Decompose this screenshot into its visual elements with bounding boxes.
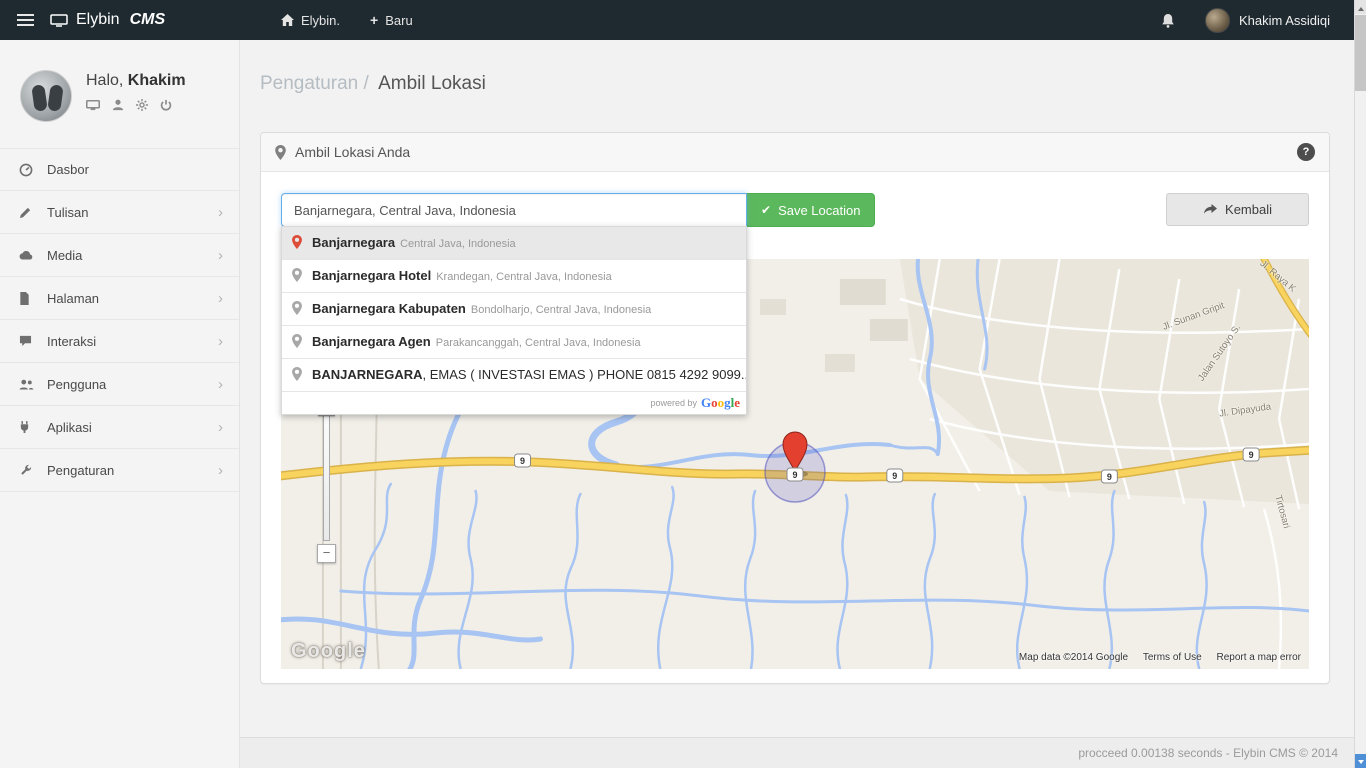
wrench-icon (19, 464, 36, 477)
autocomplete-item[interactable]: BANJARNEGARA, EMAS ( INVESTASI EMAS ) PH… (282, 358, 746, 391)
nav-site-link[interactable]: Elybin. (266, 0, 355, 40)
gear-icon[interactable] (136, 99, 148, 111)
sidebar-menu: Dasbor Tulisan › Media › Halaman › Inter… (0, 148, 239, 492)
map-marker-icon (275, 145, 286, 160)
sidebar-item-tulisan[interactable]: Tulisan › (0, 191, 239, 234)
svg-text:9: 9 (1107, 472, 1112, 482)
scrollbar-thumb[interactable] (1355, 15, 1366, 91)
main-content: Pengaturan / Ambil Lokasi Ambil Lokasi A… (240, 0, 1366, 684)
sidebar-item-halaman[interactable]: Halaman › (0, 277, 239, 320)
file-icon (19, 292, 36, 305)
chevron-right-icon: › (218, 420, 223, 435)
location-input[interactable] (281, 193, 747, 227)
navbar-brand-area: Elybin CMS (0, 0, 240, 40)
map-pin-icon (292, 301, 302, 315)
autocomplete-item[interactable]: Banjarnegara HotelKrandegan, Central Jav… (282, 259, 746, 292)
location-form: BanjarnegaraCentral Java, Indonesia Banj… (281, 193, 1309, 227)
chevron-right-icon: › (218, 248, 223, 263)
navbar-links: Elybin. + Baru (240, 0, 428, 40)
power-icon[interactable] (160, 99, 172, 111)
profile-avatar[interactable] (20, 70, 72, 122)
panel-heading: Ambil Lokasi Anda ? (261, 133, 1329, 172)
brand-suffix: CMS (130, 11, 166, 29)
chevron-right-icon: › (218, 291, 223, 306)
brand-name: Elybin (76, 11, 120, 29)
map-pin-icon (292, 367, 302, 381)
forward-arrow-icon (1203, 204, 1217, 215)
sidebar-toggle-button[interactable] (0, 0, 50, 40)
google-map-logo[interactable]: Google (291, 640, 366, 663)
svg-text:9: 9 (793, 470, 798, 480)
sidebar-item-pengguna[interactable]: Pengguna › (0, 363, 239, 406)
menu-icon (17, 14, 34, 16)
panel-body: BanjarnegaraCentral Java, Indonesia Banj… (261, 172, 1329, 683)
users-icon (19, 379, 36, 390)
help-button[interactable]: ? (1297, 143, 1315, 161)
location-panel: Ambil Lokasi Anda ? BanjarnegaraCentral … (260, 132, 1330, 684)
top-navbar: Elybin CMS Elybin. + Baru Khakim Assidiqi (0, 0, 1366, 40)
vertical-scrollbar[interactable] (1354, 0, 1366, 768)
navbar-user-name: Khakim Assidiqi (1239, 13, 1330, 28)
breadcrumb: Pengaturan / Ambil Lokasi (240, 40, 1366, 132)
profile-quick-actions (86, 99, 186, 111)
report-map-error-link[interactable]: Report a map error (1217, 652, 1301, 663)
back-button[interactable]: Kembali (1166, 193, 1309, 226)
svg-text:9: 9 (1249, 450, 1254, 460)
comment-icon (19, 335, 36, 347)
svg-text:9: 9 (892, 471, 897, 481)
google-logo-small: Google (701, 395, 740, 411)
zoom-out-button[interactable]: − (317, 544, 336, 563)
sidebar-item-dasbor[interactable]: Dasbor (0, 148, 239, 191)
navbar-right: Khakim Assidiqi (1161, 0, 1366, 40)
sidebar-profile: Halo, Khakim (0, 40, 239, 138)
brand-logo[interactable]: Elybin CMS (50, 11, 165, 29)
autocomplete-item[interactable]: BanjarnegaraCentral Java, Indonesia (282, 227, 746, 259)
desktop-icon[interactable] (86, 99, 100, 111)
nav-new-button[interactable]: + Baru (355, 0, 428, 40)
map-pin-icon (292, 235, 302, 249)
footer-text: procceed 0.00138 seconds - Elybin CMS © … (1078, 746, 1338, 760)
chevron-right-icon: › (218, 205, 223, 220)
chevron-right-icon: › (218, 334, 223, 349)
check-icon: ✔ (761, 203, 771, 217)
map-pin-icon (292, 334, 302, 348)
autocomplete-item[interactable]: Banjarnegara KabupatenBondolharjo, Centr… (282, 292, 746, 325)
map-pin-icon (292, 268, 302, 282)
save-location-button[interactable]: ✔ Save Location (747, 193, 875, 227)
sidebar-item-interaksi[interactable]: Interaksi › (0, 320, 239, 363)
cloud-icon (19, 250, 36, 260)
powered-by-google: powered by Google (282, 391, 746, 414)
profile-greeting: Halo, Khakim (86, 72, 186, 90)
plug-icon (19, 421, 36, 434)
sidebar-item-pengaturan[interactable]: Pengaturan › (0, 449, 239, 492)
scroll-down-arrow[interactable] (1355, 754, 1366, 768)
breadcrumb-section[interactable]: Pengaturan / (260, 73, 369, 94)
zoom-slider[interactable] (323, 399, 330, 541)
svg-text:9: 9 (520, 456, 525, 466)
map-attribution: Map data ©2014 Google Terms of Use Repor… (1007, 652, 1301, 663)
map-data-text: Map data ©2014 Google (1019, 652, 1128, 663)
navbar-user-avatar (1205, 8, 1230, 33)
plus-icon: + (370, 12, 378, 28)
bell-icon (1161, 13, 1175, 28)
autocomplete-item[interactable]: Banjarnegara AgenParakancanggah, Central… (282, 325, 746, 358)
notifications-button[interactable] (1161, 13, 1175, 28)
autocomplete-dropdown: BanjarnegaraCentral Java, Indonesia Banj… (281, 226, 747, 415)
sidebar-item-media[interactable]: Media › (0, 234, 239, 277)
sidebar-item-aplikasi[interactable]: Aplikasi › (0, 406, 239, 449)
terms-of-use-link[interactable]: Terms of Use (1143, 652, 1202, 663)
page-title: Ambil Lokasi (378, 73, 486, 94)
chevron-right-icon: › (218, 377, 223, 392)
page-footer: procceed 0.00138 seconds - Elybin CMS © … (240, 737, 1366, 768)
dashboard-icon (19, 163, 36, 177)
user-icon[interactable] (112, 99, 124, 111)
scroll-up-arrow[interactable] (1355, 0, 1366, 14)
pencil-icon (19, 206, 36, 219)
chevron-right-icon: › (218, 463, 223, 478)
user-menu[interactable]: Khakim Assidiqi (1205, 8, 1330, 33)
sidebar: Halo, Khakim Dasbor (0, 40, 240, 768)
panel-title: Ambil Lokasi Anda (295, 144, 410, 160)
home-icon (281, 14, 294, 26)
monitor-icon (50, 14, 68, 27)
